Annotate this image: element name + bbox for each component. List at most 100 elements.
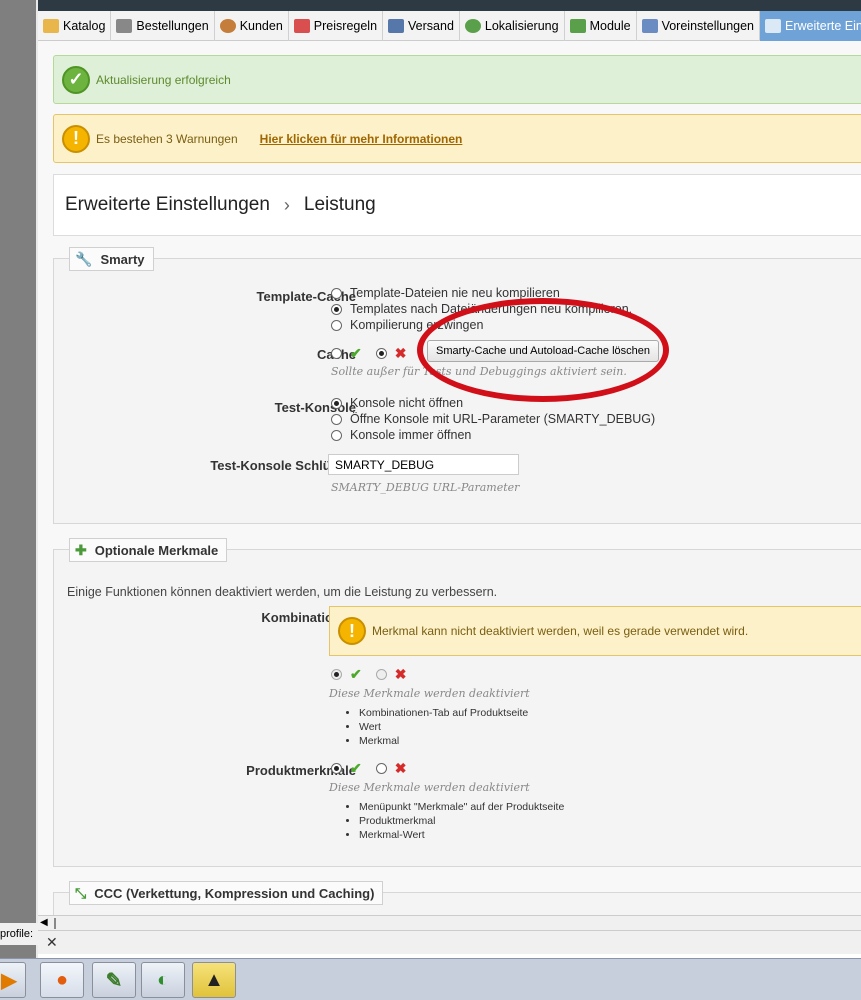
close-icon[interactable]: ✕ [46, 934, 58, 951]
option-label: Kompilierung erzwingen [350, 318, 484, 332]
warning-icon: ! [338, 617, 366, 645]
cart-icon [116, 19, 133, 33]
tab-erweiterte-einstellungen[interactable]: Erweiterte Einstellungen [760, 11, 861, 41]
radio-button[interactable] [331, 429, 342, 441]
list-item: Merkmal [359, 734, 528, 748]
the-bat-icon[interactable]: ▲ [192, 962, 236, 998]
option-label: Templates nach Dateiänderungen neu kompi… [350, 302, 633, 316]
warning-icon: ! [62, 124, 90, 153]
scroll-left-icon[interactable]: ◀ [40, 917, 48, 928]
globe-icon [464, 19, 481, 33]
template-cache-option-never[interactable]: Template-Dateien nie neu kompilieren [331, 286, 560, 300]
puzzle-icon [569, 19, 586, 33]
tab-versand[interactable]: Versand [383, 11, 460, 41]
product-features-hint: Diese Merkmale werden deaktiviert [329, 781, 530, 794]
clear-smarty-cache-button[interactable]: Smarty-Cache und Autoload-Cache löschen [427, 340, 660, 362]
combinations-warning: ! Merkmal kann nicht deaktiviert werden,… [329, 606, 861, 656]
cache-enable-radio[interactable] [331, 348, 342, 359]
puzzle-icon: ✚ [75, 541, 87, 558]
checkmark-icon: ✓ [62, 65, 90, 94]
option-label: Konsole immer öffnen [350, 428, 472, 442]
breadcrumb-parent[interactable]: Erweiterte Einstellungen [65, 194, 270, 216]
test-console-option-never[interactable]: Konsole nicht öffnen [331, 396, 463, 410]
bottom-bar: ✕ [38, 930, 861, 954]
user-icon [219, 19, 236, 33]
radio-button[interactable] [331, 303, 342, 315]
tab-bestellungen[interactable]: Bestellungen [111, 11, 215, 41]
tab-label: Voreinstellungen [661, 19, 755, 33]
smarty-fieldset: 🔧 Smarty Template-Cache Template-Dateien… [53, 247, 861, 524]
warning-alert: ! Es bestehen 3 Warnungen Hier klicken f… [53, 114, 861, 163]
cache-toggle: ✔ ✖ [331, 345, 416, 362]
ccc-fieldset: ⤡ CCC (Verkettung, Kompression und Cachi… [53, 881, 861, 915]
optional-features-legend-label: Optionale Merkmale [94, 542, 219, 558]
cache-disable-radio[interactable] [375, 348, 387, 359]
test-console-key-input[interactable]: SMARTY_DEBUG [328, 454, 519, 475]
template-cache-option-force[interactable]: Kompilierung erzwingen [331, 318, 483, 332]
template-cache-option-on-change[interactable]: Templates nach Dateiänderungen neu kompi… [331, 302, 632, 316]
success-message: Aktualisierung erfolgreich [96, 72, 231, 87]
wrench-icon [765, 19, 782, 33]
test-console-option-always[interactable]: Konsole immer öffnen [331, 428, 471, 442]
scroll-thumb[interactable] [54, 918, 56, 929]
tab-label: Kunden [239, 19, 283, 33]
option-label: Konsole nicht öffnen [350, 396, 464, 410]
browser-content: Katalog Bestellungen Kunden Preisregeln … [38, 0, 861, 915]
media-player-icon[interactable]: ▶ [0, 962, 26, 998]
firefox-icon[interactable]: ● [40, 962, 84, 998]
option-label: Template-Dateien nie neu kompilieren [350, 286, 560, 300]
breadcrumb-separator: › [283, 194, 290, 215]
page-title: Leistung [303, 194, 376, 215]
option-label: Öffne Konsole mit URL-Parameter (SMARTY_… [350, 412, 656, 426]
camtasia-icon[interactable]: ◐ [141, 962, 185, 998]
truck-icon [388, 19, 405, 33]
radio-button[interactable] [331, 287, 342, 299]
combinations-enable-radio[interactable] [331, 669, 342, 680]
breadcrumb: Erweiterte Einstellungen › Leistung [53, 174, 861, 236]
list-item: Kombinationen-Tab auf Produktseite [359, 706, 528, 720]
combinations-hint: Diese Merkmale werden deaktiviert [329, 687, 530, 700]
tab-kunden[interactable]: Kunden [215, 11, 289, 41]
ccc-legend: ⤡ CCC (Verkettung, Kompression und Cachi… [69, 881, 384, 905]
tab-module[interactable]: Module [565, 11, 637, 41]
check-icon: ✔ [350, 345, 362, 361]
horizontal-scrollbar[interactable]: ◀ [38, 915, 861, 930]
taskbar: ▶ ● ✎ ◐ ▲ [0, 958, 861, 1000]
optional-features-intro: Einige Funktionen können deaktiviert wer… [67, 585, 498, 599]
list-item: Merkmal-Wert [359, 828, 564, 842]
test-console-option-url[interactable]: Öffne Konsole mit URL-Parameter (SMARTY_… [331, 412, 655, 426]
tab-label: Lokalisierung [484, 19, 559, 33]
radio-button[interactable] [331, 397, 342, 409]
combinations-list: Kombinationen-Tab auf Produktseite Wert … [341, 706, 528, 748]
cross-icon: ✖ [394, 666, 407, 682]
tab-preisregeln[interactable]: Preisregeln [289, 11, 384, 41]
combinations-disable-radio[interactable] [375, 669, 387, 680]
tab-label: Bestellungen [136, 19, 209, 33]
folder-icon [43, 19, 59, 33]
check-icon: ✔ [350, 760, 362, 776]
settings-page-icon [641, 19, 658, 33]
warning-details-link[interactable]: Hier klicken für mehr Informationen [260, 132, 463, 146]
tab-voreinstellungen[interactable]: Voreinstellungen [637, 11, 761, 41]
tab-katalog[interactable]: Katalog [38, 11, 112, 41]
radio-button[interactable] [331, 319, 342, 331]
tab-label: Erweiterte Einstellungen [785, 19, 861, 33]
price-tag-icon [293, 19, 310, 33]
smarty-legend: 🔧 Smarty [69, 247, 154, 271]
check-icon: ✔ [350, 666, 362, 682]
tab-lokalisierung[interactable]: Lokalisierung [460, 11, 565, 41]
radio-button[interactable] [331, 413, 342, 425]
admin-top-bar [38, 0, 861, 11]
profile-label: profile: [0, 923, 38, 945]
list-item: Menüpunkt "Merkmale" auf der Produktseit… [359, 800, 564, 814]
tab-label: Katalog [63, 19, 106, 33]
optional-features-legend: ✚ Optionale Merkmale [69, 538, 228, 562]
list-item: Produktmerkmal [359, 814, 564, 828]
product-features-enable-radio[interactable] [331, 763, 342, 774]
compress-icon: ⤡ [75, 884, 87, 901]
cross-icon: ✖ [394, 760, 407, 776]
tab-label: Preisregeln [313, 19, 378, 33]
left-panel [0, 0, 38, 958]
notepad-icon[interactable]: ✎ [92, 962, 136, 998]
product-features-disable-radio[interactable] [375, 763, 387, 774]
